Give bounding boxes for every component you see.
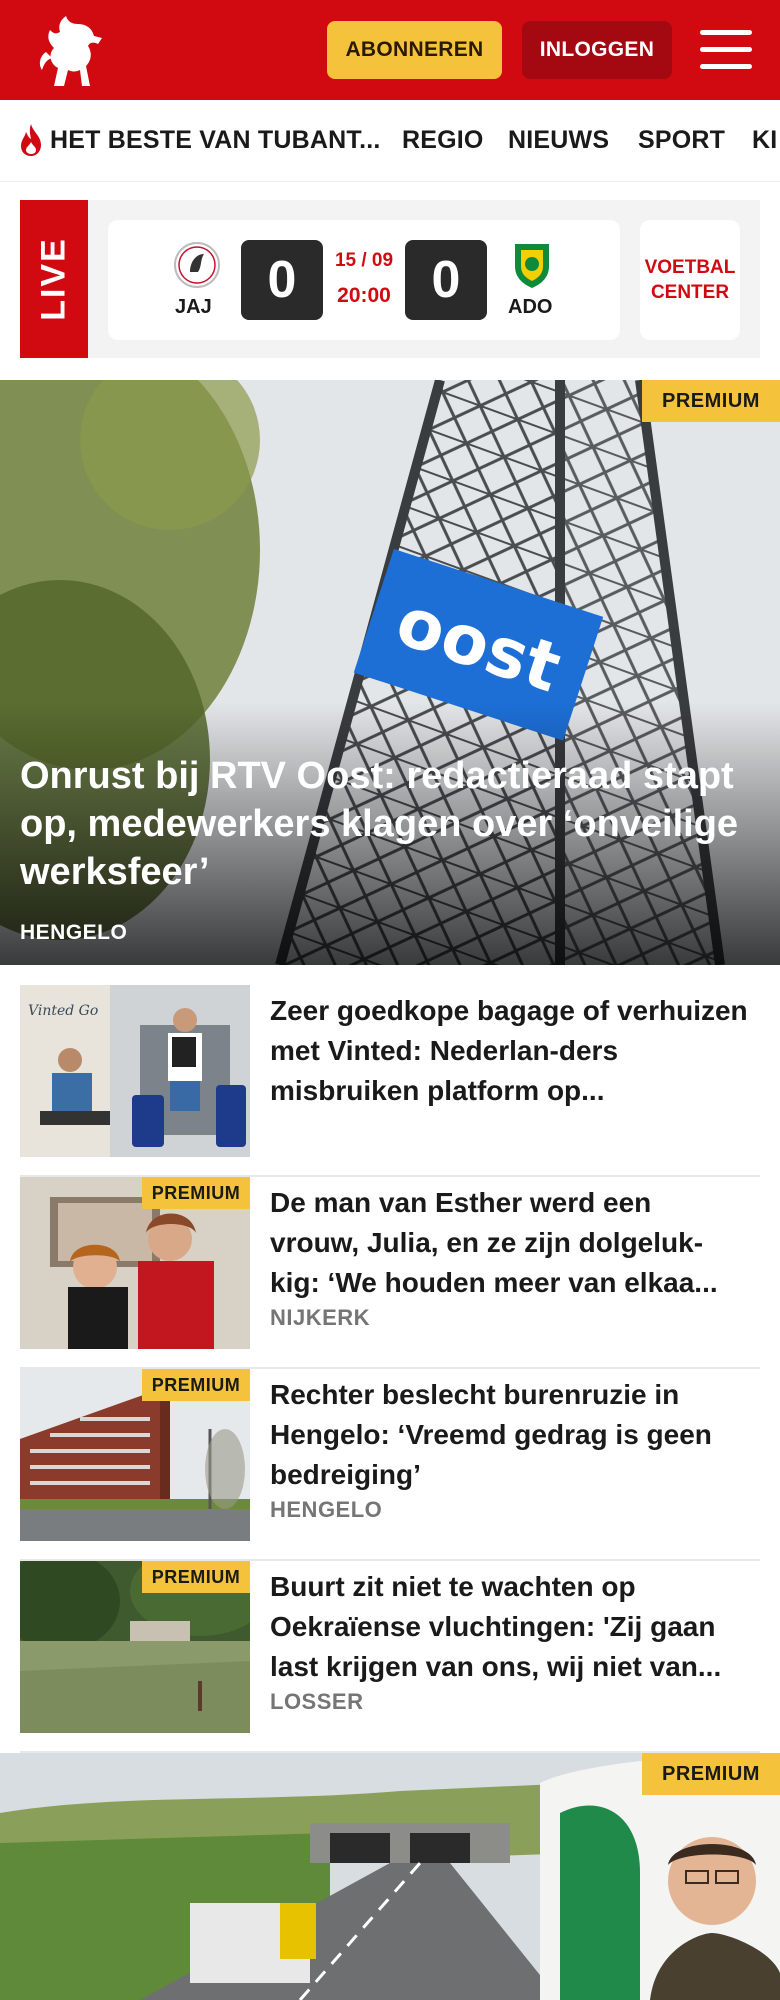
article-location: HENGELO	[270, 1497, 383, 1522]
nav-item-regio[interactable]: REGIO	[402, 126, 484, 155]
article-item[interactable]: PREMIUM Rechter beslecht burenruzie in H…	[20, 1369, 760, 1561]
article-headline[interactable]: Zeer goedkope bagage of verhuizen met Vi…	[270, 991, 748, 1111]
premium-badge: PREMIUM	[142, 1561, 250, 1593]
live-label: LIVE	[34, 237, 73, 321]
premium-badge: PREMIUM	[142, 1369, 250, 1401]
voetbal-center-line2: CENTER	[650, 282, 730, 303]
voetbal-center-link[interactable]: VOETBAL CENTER	[640, 220, 740, 340]
hamburger-menu-icon[interactable]	[700, 28, 752, 70]
article-location: LOSSER	[270, 1689, 364, 1714]
ajax-logo-icon	[174, 242, 220, 288]
tubantia-horse-logo[interactable]	[32, 8, 112, 92]
flame-icon	[21, 124, 41, 156]
article-headline[interactable]: Rechter beslecht burenruzie in Hengelo: …	[270, 1375, 748, 1495]
ado-logo-icon	[515, 244, 549, 288]
article-headline[interactable]: De man van Esther werd een vrouw, Julia,…	[270, 1183, 748, 1303]
article-item[interactable]: PREMIUM De man van Esther werd een vrouw…	[20, 1177, 760, 1369]
premium-badge: PREMIUM	[642, 380, 780, 422]
nav-item-best-of[interactable]: HET BESTE VAN TUBANT...	[50, 126, 381, 155]
premium-badge: PREMIUM	[642, 1753, 780, 1795]
hero-headline[interactable]: Onrust bij RTV Oost: redactieraad stapt …	[20, 752, 760, 896]
article-location: NIJKERK	[270, 1305, 371, 1330]
article-item[interactable]: PREMIUM Buurt zit niet te wachten op Oek…	[20, 1561, 760, 1753]
nav-item-sport[interactable]: SPORT	[638, 126, 725, 155]
site-header: ABONNEREN INLOGGEN	[0, 0, 780, 100]
premium-badge: PREMIUM	[142, 1177, 250, 1209]
nav-item-nieuws[interactable]: NIEUWS	[508, 126, 609, 155]
home-score: 0	[241, 240, 323, 320]
home-team-name: JAJ	[175, 296, 212, 318]
subscribe-button[interactable]: ABONNEREN	[327, 21, 502, 79]
match-date: 15 / 09	[334, 250, 394, 271]
away-team-name: ADO	[508, 296, 553, 318]
login-button[interactable]: INLOGGEN	[522, 21, 672, 79]
article-item[interactable]: Vinted Go Zeer goedkope bagage of verhui…	[20, 985, 760, 1177]
live-tag: LIVE	[20, 200, 88, 358]
hero-location: HENGELO	[20, 921, 128, 944]
article-thumbnail: Vinted Go	[20, 985, 250, 1157]
voetbal-center-line1: VOETBAL	[644, 257, 736, 278]
vinted-go-text: Vinted Go	[28, 1003, 98, 1019]
hero-article-2[interactable]: PREMIUM	[0, 1753, 780, 2000]
nav-item-more[interactable]: KI	[752, 126, 777, 155]
article-headline[interactable]: Buurt zit niet te wachten op Oekraïense …	[270, 1567, 748, 1687]
match-time: 20:00	[337, 284, 391, 307]
away-score: 0	[405, 240, 487, 320]
